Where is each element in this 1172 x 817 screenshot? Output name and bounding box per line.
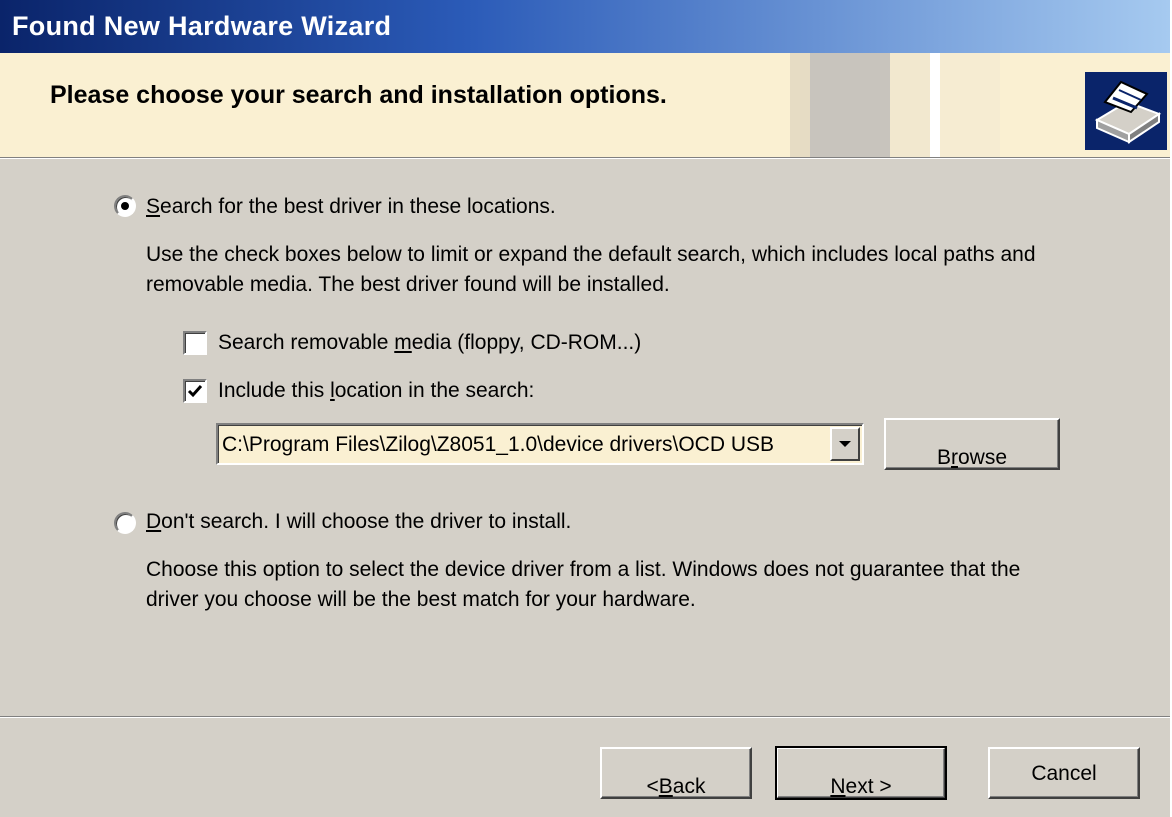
header-divider	[0, 157, 1170, 159]
label-text: B	[936, 446, 951, 469]
checkmark-icon	[187, 385, 203, 398]
accelerator-key: S	[146, 195, 161, 218]
header-stripe	[930, 53, 940, 157]
accelerator-key: D	[146, 510, 162, 533]
browse-button[interactable]: Browse	[884, 418, 1060, 470]
search-removable-media-checkbox[interactable]	[183, 331, 207, 355]
header-stripe	[890, 53, 930, 157]
label-text: ocation in the search:	[334, 379, 535, 402]
description-line: Use the check boxes below to limit or ex…	[146, 243, 1036, 266]
description-line: removable media. The best driver found w…	[146, 273, 670, 296]
location-path[interactable]: C:\Program Files\Zilog\Z8051_1.0\device …	[222, 433, 832, 457]
manual-driver-description: Choose this option to select the device …	[146, 555, 1020, 615]
label-text: edia (floppy, CD-ROM...)	[411, 331, 642, 354]
manual-driver-label[interactable]: Don't search. I will choose the driver t…	[146, 510, 571, 534]
dropdown-button[interactable]	[830, 427, 860, 461]
button-label: < Back	[647, 762, 706, 799]
footer-divider	[0, 716, 1170, 718]
label-text: <	[646, 775, 659, 798]
cancel-button[interactable]: Cancel	[988, 747, 1140, 799]
title-bar[interactable]: Found New Hardware Wizard	[0, 0, 1170, 53]
search-locations-label[interactable]: Search for the best driver in these loca…	[146, 195, 556, 219]
wizard-window: Found New Hardware Wizard Please choose …	[0, 0, 1172, 817]
search-removable-media-label[interactable]: Search removable media (floppy, CD-ROM..…	[218, 331, 641, 355]
hardware-wizard-icon	[1085, 72, 1167, 150]
header-stripe	[940, 53, 1000, 157]
location-combobox[interactable]: C:\Program Files\Zilog\Z8051_1.0\device …	[216, 423, 864, 465]
search-locations-description: Use the check boxes below to limit or ex…	[146, 240, 1036, 300]
header-stripe	[790, 53, 810, 157]
accelerator-key: B	[658, 775, 673, 798]
include-location-label[interactable]: Include this location in the search:	[218, 379, 534, 403]
label-text: Include this	[218, 379, 331, 402]
wizard-header: Please choose your search and installati…	[0, 53, 1170, 157]
button-label: Cancel	[1031, 762, 1097, 785]
label-text: ack	[672, 775, 706, 798]
button-label: Browse	[937, 433, 1007, 470]
label-text: ext >	[845, 775, 892, 798]
accelerator-key: r	[950, 446, 958, 469]
label-text: earch for the best driver in these locat…	[160, 195, 556, 218]
chevron-down-icon	[839, 441, 851, 447]
label-text: Search removable	[218, 331, 395, 354]
accelerator-key: m	[394, 331, 412, 354]
description-line: driver you choose will be the best match…	[146, 588, 696, 611]
window-title: Found New Hardware Wizard	[12, 11, 392, 41]
search-locations-radio[interactable]	[114, 195, 136, 217]
label-text: on't search. I will choose the driver to…	[161, 510, 572, 533]
include-location-checkbox[interactable]	[183, 379, 207, 403]
label-text: owse	[957, 446, 1008, 469]
manual-driver-radio[interactable]	[114, 512, 136, 534]
button-label: Next >	[830, 762, 891, 799]
radio-selected-dot	[121, 202, 129, 210]
header-stripe	[810, 53, 890, 157]
description-line: Choose this option to select the device …	[146, 558, 1021, 581]
back-button[interactable]: < Back	[600, 747, 752, 799]
next-button[interactable]: Next >	[775, 746, 947, 800]
header-heading: Please choose your search and installati…	[50, 81, 667, 109]
accelerator-key: N	[830, 775, 846, 798]
